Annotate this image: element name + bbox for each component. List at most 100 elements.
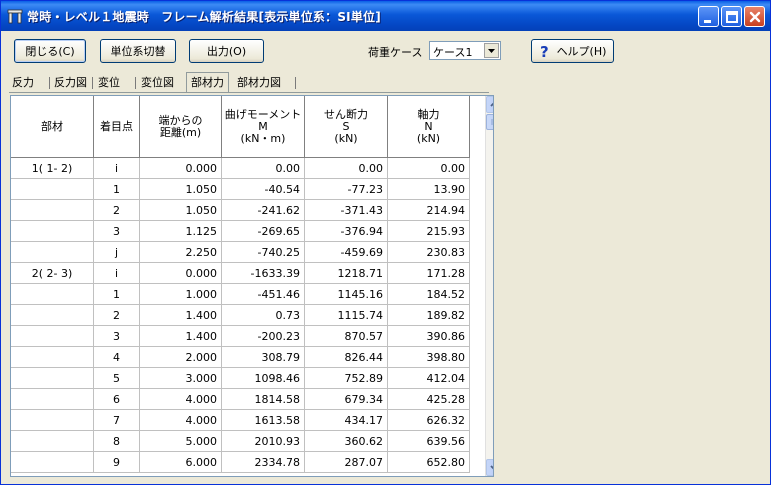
cell-shear: 287.07 [305,452,388,473]
cell-point: 1 [94,284,140,305]
cell-point: 7 [94,410,140,431]
cell-moment: -451.46 [222,284,305,305]
vertical-scrollbar[interactable] [485,96,493,476]
cell-axial: 390.86 [388,326,470,347]
close-window-button[interactable] [744,6,765,27]
scroll-down-button[interactable] [486,459,493,476]
cell-member [11,410,94,431]
cell-axial: 398.80 [388,347,470,368]
cell-moment: 308.79 [222,347,305,368]
cell-point: 3 [94,221,140,242]
svg-text:?: ? [540,43,549,59]
cell-moment: 0.00 [222,158,305,179]
tab-reaction-diagram[interactable]: 反力図 [54,74,87,92]
tab-displacement[interactable]: 変位 [98,74,120,92]
cell-point: 8 [94,431,140,452]
cell-moment: 2010.93 [222,431,305,452]
cell-shear: 679.34 [305,389,388,410]
cell-distance: 0.000 [140,158,222,179]
cell-distance: 4.000 [140,389,222,410]
cell-shear: 1115.74 [305,305,388,326]
cell-distance: 1.000 [140,284,222,305]
cell-distance: 1.400 [140,326,222,347]
cell-shear: -376.94 [305,221,388,242]
cell-axial: 171.28 [388,263,470,284]
cell-axial: 626.32 [388,410,470,431]
help-button[interactable]: ? ヘルプ(H) [531,39,614,63]
cell-member [11,431,94,452]
cell-member [11,179,94,200]
tab-reaction[interactable]: 反力 [12,74,34,92]
chevron-up-icon [490,102,493,107]
tab-displacement-diagram[interactable]: 変位図 [141,74,174,92]
cell-shear: -459.69 [305,242,388,263]
minimize-button[interactable] [698,6,719,27]
title-bar[interactable]: 常時・レベル１地震時 フレーム解析結果[表示単位系：SI単位] [1,1,770,31]
chevron-down-icon [490,465,493,470]
cell-member: 1( 1- 2) [11,158,94,179]
window-title: 常時・レベル１地震時 フレーム解析結果[表示単位系：SI単位] [27,10,381,24]
close-icon [749,11,761,23]
header-member: 部材 [11,96,94,158]
cell-shear: 0.00 [305,158,388,179]
cell-axial: 189.82 [388,305,470,326]
cell-distance: 6.000 [140,452,222,473]
output-button[interactable]: 出力(O) [189,39,264,63]
tab-separator [295,77,296,89]
cell-axial: 230.83 [388,242,470,263]
cell-moment: -241.62 [222,200,305,221]
cell-axial: 425.28 [388,389,470,410]
tab-member-force[interactable]: 部材力 [186,72,229,92]
scroll-up-button[interactable] [486,96,493,113]
cell-shear: -371.43 [305,200,388,221]
help-label: ヘルプ(H) [556,45,607,58]
cell-moment: -200.23 [222,326,305,347]
tab-separator [92,77,93,89]
cell-moment: -740.25 [222,242,305,263]
cell-moment: 1098.46 [222,368,305,389]
cell-point: 4 [94,347,140,368]
load-case-select[interactable]: ケース1 [429,41,501,60]
maximize-button[interactable] [721,6,742,27]
header-shear: せん断力 S (kN) [305,96,388,158]
app-window: 常時・レベル１地震時 フレーム解析結果[表示単位系：SI単位] 閉じる(C) 単… [0,0,771,485]
member-force-table[interactable]: 部材 着目点 端からの 距離(m) 曲げモーメント M (kN・m) せん断力 … [10,95,494,477]
cell-shear: 1145.16 [305,284,388,305]
cell-shear: 360.62 [305,431,388,452]
cell-axial: 214.94 [388,200,470,221]
cell-member [11,200,94,221]
load-case-value: ケース1 [433,46,473,59]
tab-separator [135,77,136,89]
cell-member [11,305,94,326]
cell-point: 9 [94,452,140,473]
cell-axial: 652.80 [388,452,470,473]
header-point: 着目点 [94,96,140,158]
cell-member: 2( 2- 3) [11,263,94,284]
maximize-icon [726,11,738,23]
unit-switch-button[interactable]: 単位系切替 [100,39,176,63]
cell-distance: 1.400 [140,305,222,326]
cell-member [11,368,94,389]
cell-shear: 752.89 [305,368,388,389]
cell-point: i [94,158,140,179]
scroll-thumb[interactable] [486,114,493,130]
cell-moment: -269.65 [222,221,305,242]
cell-moment: -40.54 [222,179,305,200]
header-axial: 軸力 N (kN) [388,96,470,158]
cell-distance: 1.125 [140,221,222,242]
cell-axial: 0.00 [388,158,470,179]
cell-member [11,242,94,263]
close-button[interactable]: 閉じる(C) [14,39,86,63]
cell-point: 6 [94,389,140,410]
cell-distance: 2.000 [140,347,222,368]
cell-distance: 1.050 [140,200,222,221]
tab-member-force-diagram[interactable]: 部材力図 [237,74,281,92]
cell-shear: -77.23 [305,179,388,200]
cell-member [11,347,94,368]
dropdown-arrow-icon[interactable] [484,43,499,58]
cell-distance: 3.000 [140,368,222,389]
tab-separator [49,77,50,89]
cell-moment: -1633.39 [222,263,305,284]
tab-underline [9,92,489,93]
cell-axial: 13.90 [388,179,470,200]
